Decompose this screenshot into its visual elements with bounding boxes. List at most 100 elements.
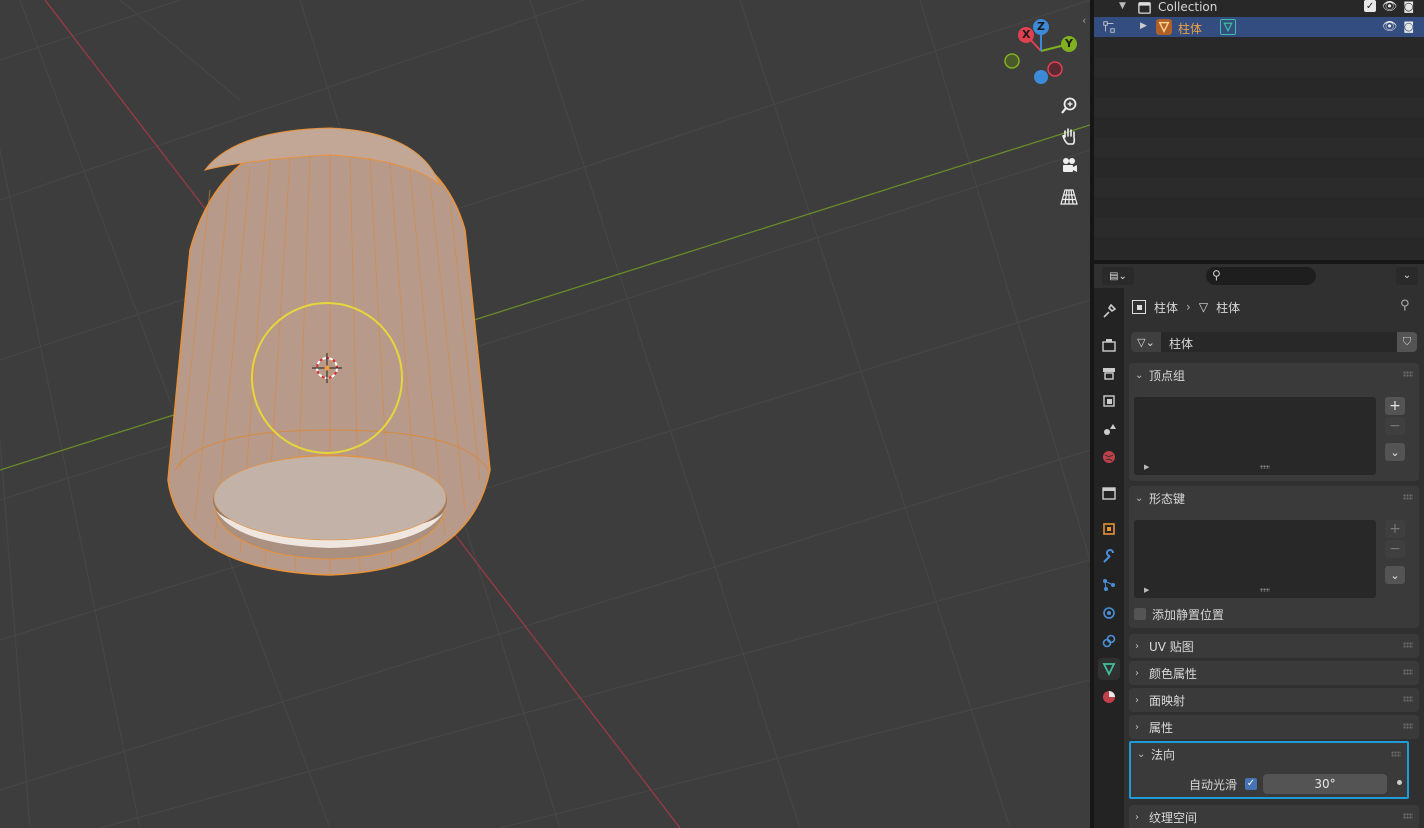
- mesh-browse-icon[interactable]: ▽⌄: [1131, 332, 1161, 352]
- outliner-object-row[interactable]: ▶ 柱体 👁 ◙: [1094, 17, 1424, 37]
- vertex-groups-list[interactable]: ▶: [1134, 397, 1376, 475]
- drag-handle-icon[interactable]: [1403, 669, 1413, 675]
- outliner-empty-row: [1094, 137, 1424, 157]
- tab-particles[interactable]: [1098, 574, 1120, 596]
- chevron-down-icon: ⌄: [1137, 748, 1146, 760]
- panel-face-maps[interactable]: › 面映射: [1129, 688, 1419, 712]
- options-dropdown[interactable]: ⌄: [1396, 267, 1418, 285]
- tab-view-layer[interactable]: [1098, 390, 1120, 412]
- tab-world[interactable]: [1098, 446, 1120, 468]
- breadcrumb-separator-icon: ›: [1186, 300, 1191, 314]
- chevron-right-icon: ›: [1135, 667, 1139, 679]
- tab-constraints[interactable]: [1098, 630, 1120, 652]
- search-icon: ⚲: [1212, 268, 1221, 282]
- camera-view-icon[interactable]: [1056, 153, 1082, 179]
- tab-mesh-data[interactable]: [1098, 658, 1120, 680]
- drag-handle-icon[interactable]: [1403, 696, 1413, 702]
- list-filter-toggle-icon[interactable]: ▶: [1144, 586, 1149, 594]
- visibility-eye-icon[interactable]: 👁: [1382, 0, 1397, 13]
- panel-shape-keys-header[interactable]: ⌄ 形态键: [1129, 486, 1419, 510]
- collection-label: Collection: [1158, 0, 1218, 14]
- mesh-select-icon[interactable]: [1102, 20, 1116, 37]
- panel-color-attributes[interactable]: › 颜色属性: [1129, 661, 1419, 685]
- add-rest-position-checkbox[interactable]: [1134, 608, 1146, 620]
- outliner-empty-row: [1094, 217, 1424, 237]
- mesh-name-field[interactable]: 柱体: [1169, 335, 1193, 352]
- tab-physics[interactable]: [1098, 602, 1120, 624]
- panel-attributes-title: 属性: [1149, 720, 1174, 735]
- panel-texture-space-title: 纹理空间: [1149, 810, 1198, 825]
- drag-handle-icon[interactable]: [1403, 371, 1413, 377]
- chevron-right-icon: ›: [1135, 640, 1139, 652]
- panel-shape-keys-title: 形态键: [1149, 491, 1186, 506]
- object-icon: [1132, 300, 1146, 314]
- perspective-grid-icon[interactable]: [1056, 184, 1082, 210]
- visibility-eye-icon[interactable]: 👁: [1382, 19, 1397, 33]
- y-axis-line: [0, 124, 1090, 471]
- outliner-panel[interactable]: ▼ Collection ✓ 👁 ◙ ▶ 柱体 👁 ◙: [1094, 0, 1424, 260]
- remove-shape-key-button[interactable]: −: [1385, 540, 1405, 558]
- list-filter-toggle-icon[interactable]: ▶: [1144, 463, 1149, 471]
- panel-uv-maps-title: UV 贴图: [1149, 639, 1194, 654]
- tab-scene[interactable]: [1098, 418, 1120, 440]
- add-rest-position-checkbox-row[interactable]: 添加静置位置: [1134, 606, 1224, 622]
- tab-tool[interactable]: [1098, 300, 1120, 322]
- panel-uv-maps[interactable]: › UV 贴图: [1129, 634, 1419, 658]
- panel-normals-header[interactable]: ⌄ 法向: [1131, 743, 1407, 765]
- remove-vertex-group-button[interactable]: −: [1385, 417, 1405, 435]
- drag-handle-icon[interactable]: [1403, 723, 1413, 729]
- drag-handle-icon[interactable]: [1403, 813, 1413, 819]
- add-rest-position-label: 添加静置位置: [1152, 607, 1225, 622]
- outliner-collection-row[interactable]: ▼ Collection ✓ 👁 ◙: [1094, 0, 1424, 17]
- cylinder-mesh[interactable]: [167, 127, 491, 576]
- 3d-viewport[interactable]: X Y Z ‹: [0, 0, 1090, 828]
- tab-material[interactable]: [1098, 686, 1120, 708]
- panel-vertex-groups-header[interactable]: ⌄ 顶点组: [1129, 363, 1419, 387]
- pan-hand-icon[interactable]: [1056, 123, 1082, 149]
- collection-icon: [1136, 0, 1152, 15]
- list-resize-handle-icon[interactable]: [1260, 588, 1270, 592]
- breadcrumb-object: 柱体: [1154, 300, 1179, 315]
- render-camera-icon[interactable]: ◙: [1403, 20, 1414, 33]
- fake-user-shield-icon[interactable]: ⛉: [1397, 332, 1417, 352]
- mesh-data-icon[interactable]: [1220, 19, 1236, 35]
- auto-smooth-checkbox[interactable]: ✓: [1245, 778, 1257, 790]
- drag-handle-icon[interactable]: [1391, 751, 1401, 757]
- search-input[interactable]: ⚲: [1206, 267, 1316, 285]
- gizmo-x-label: X: [1022, 28, 1031, 41]
- floor-grid: [0, 0, 1090, 828]
- shape-keys-list[interactable]: ▶: [1134, 520, 1376, 598]
- panel-shape-keys: ⌄ 形态键 ▶ + − ⌄ 添加静置位置: [1129, 486, 1419, 628]
- tab-object[interactable]: [1098, 518, 1120, 540]
- tab-render[interactable]: [1098, 334, 1120, 356]
- panel-attributes[interactable]: › 属性: [1129, 715, 1419, 739]
- add-vertex-group-button[interactable]: +: [1385, 397, 1405, 415]
- shape-key-specials-button[interactable]: ⌄: [1385, 566, 1405, 584]
- auto-smooth-angle-field[interactable]: 30°: [1263, 774, 1387, 794]
- pin-icon[interactable]: ⚲: [1400, 298, 1410, 313]
- keyframe-dot-icon[interactable]: [1397, 780, 1402, 785]
- panel-texture-space[interactable]: › 纹理空间: [1129, 805, 1419, 828]
- list-resize-handle-icon[interactable]: [1260, 465, 1270, 469]
- expand-arrow-icon[interactable]: ▼: [1119, 1, 1126, 11]
- editor-type-dropdown[interactable]: ▤⌄: [1102, 267, 1134, 285]
- zoom-icon[interactable]: [1056, 93, 1082, 119]
- tab-output[interactable]: [1098, 362, 1120, 384]
- drag-handle-icon[interactable]: [1403, 642, 1413, 648]
- tab-modifiers[interactable]: [1098, 546, 1120, 568]
- expand-arrow-icon[interactable]: ▶: [1140, 21, 1147, 31]
- sidebar-toggle-icon[interactable]: ‹: [1082, 14, 1086, 27]
- properties-editor[interactable]: ▤⌄ ⚲ ⌄ 柱体 › ▽ 柱体 ⚲ ▽⌄ 柱体 ⛉ ⌄ 顶点组 ▶ + − ⌄…: [1094, 264, 1424, 828]
- drag-handle-icon[interactable]: [1403, 494, 1413, 500]
- panel-face-maps-title: 面映射: [1149, 693, 1186, 708]
- properties-tab-bar: [1094, 288, 1124, 828]
- breadcrumb: 柱体 › ▽ 柱体: [1132, 298, 1240, 316]
- vertex-group-specials-button[interactable]: ⌄: [1385, 443, 1405, 461]
- exclude-checkbox[interactable]: ✓: [1364, 0, 1377, 12]
- tab-collection[interactable]: [1098, 482, 1120, 504]
- viewport-scene: [0, 0, 1090, 828]
- mesh-datablock-selector[interactable]: ▽⌄ 柱体 ⛉: [1131, 332, 1417, 352]
- render-camera-icon[interactable]: ◙: [1403, 0, 1414, 13]
- panel-color-attributes-title: 颜色属性: [1149, 666, 1198, 681]
- add-shape-key-button[interactable]: +: [1385, 520, 1405, 538]
